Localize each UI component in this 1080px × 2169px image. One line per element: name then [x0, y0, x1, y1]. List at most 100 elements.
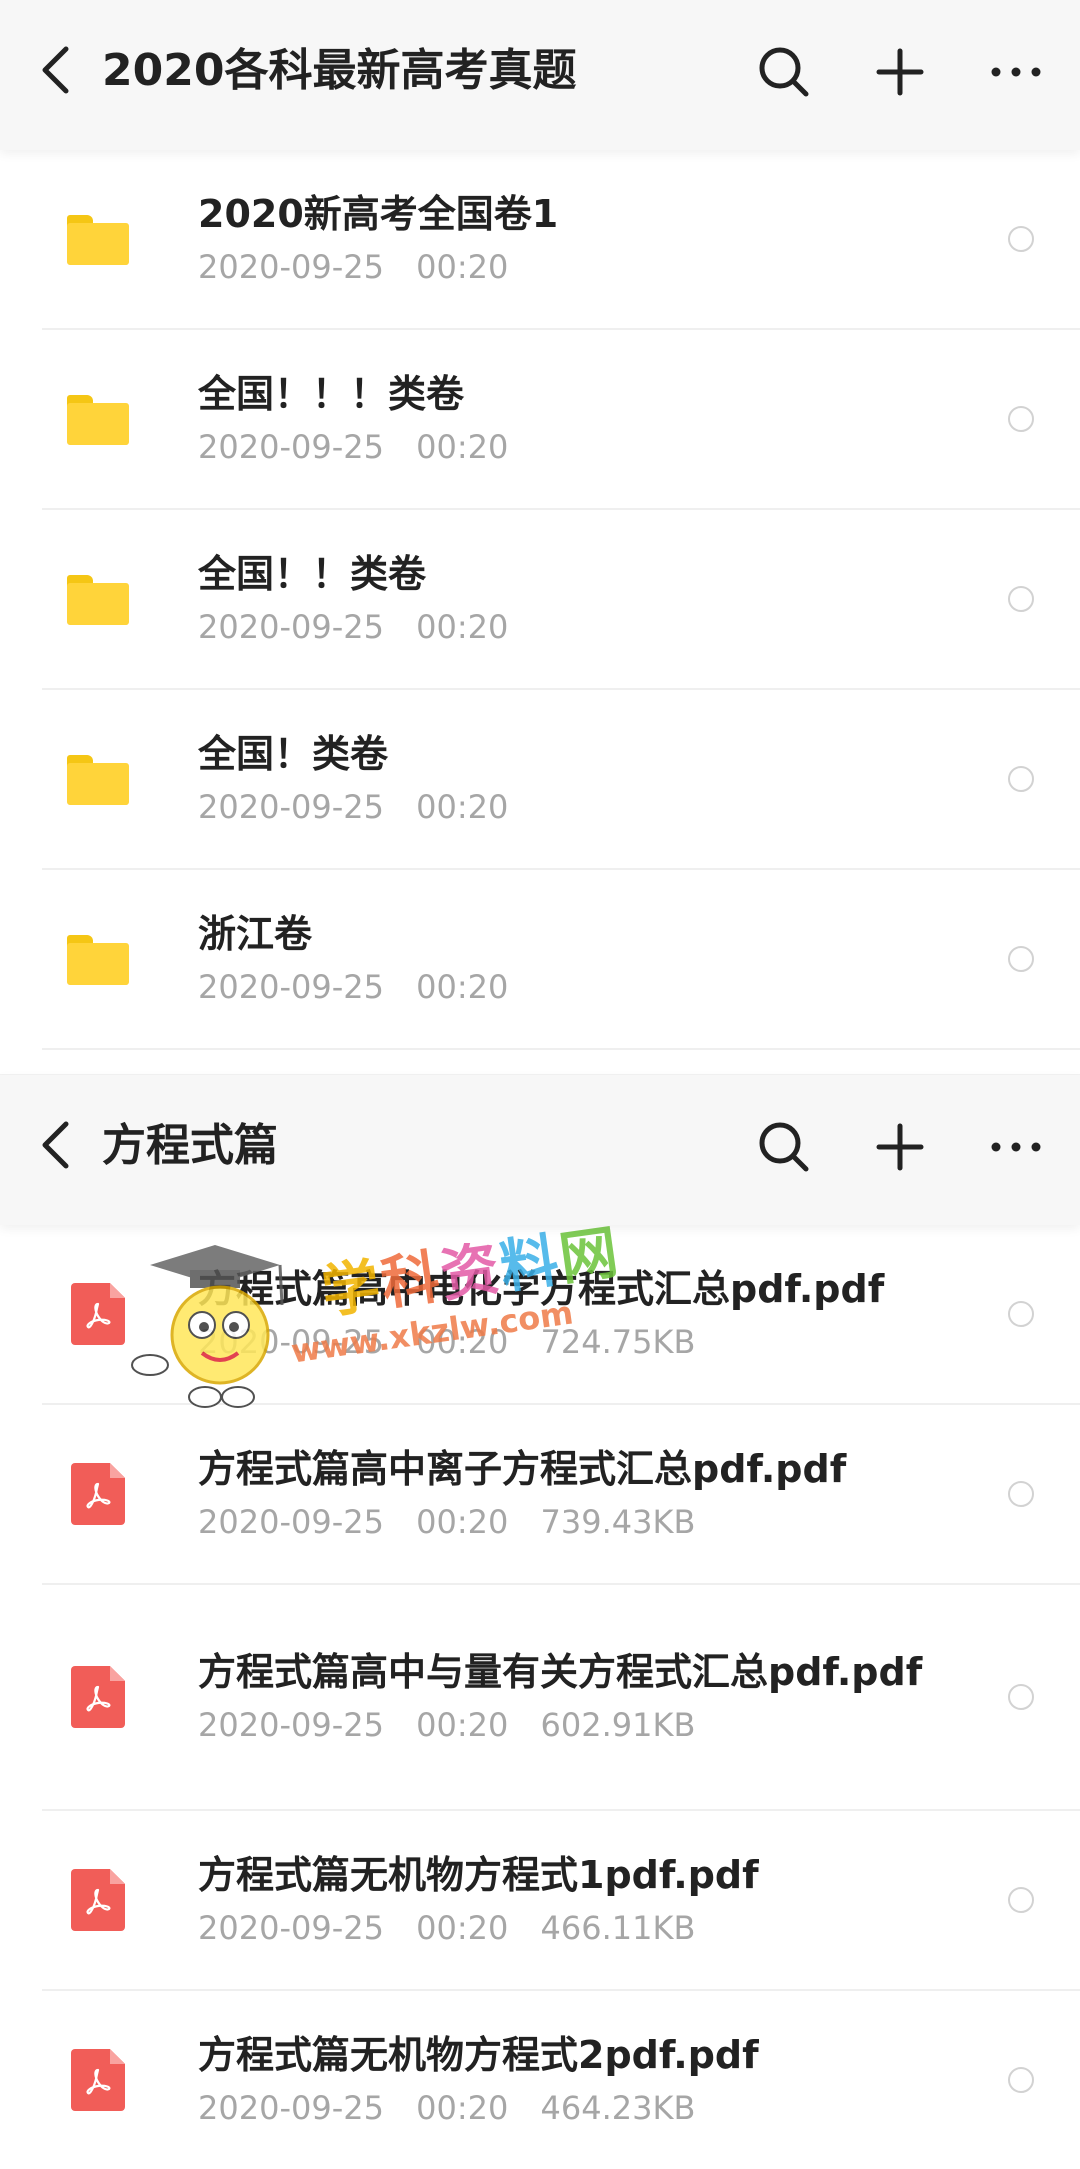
list-item[interactable]: 全国！！！类卷 2020-09-25 00:20 — [42, 330, 1080, 510]
item-date: 2020-09-25 — [198, 1909, 384, 1947]
item-size: 464.23KB — [540, 2089, 696, 2127]
item-meta: 2020-09-25 00:20 — [198, 425, 970, 469]
search-button[interactable] — [750, 1113, 818, 1181]
pdf-file-icon — [66, 1665, 130, 1729]
list-item[interactable]: 方程式篇无机物方程式2pdf.pdf 2020-09-25 00:20 464.… — [42, 1991, 1080, 2169]
folder-icon — [66, 927, 130, 991]
item-date: 2020-09-25 — [198, 1706, 384, 1744]
item-time: 00:20 — [416, 2089, 509, 2127]
back-button[interactable] — [30, 1115, 80, 1175]
list-item[interactable]: 全国！类卷 2020-09-25 00:20 — [42, 690, 1080, 870]
file-list: 方程式篇高中电化学方程式汇总pdf.pdf 2020-09-25 00:20 7… — [0, 1225, 1080, 2169]
file-list: 2020新高考全国卷1 2020-09-25 00:20 全国！！！类卷 202… — [0, 150, 1080, 1050]
list-item[interactable]: 方程式篇高中与量有关方程式汇总pdf.pdf 2020-09-25 00:20 … — [42, 1585, 1080, 1811]
folder-icon — [66, 387, 130, 451]
select-checkbox[interactable] — [1008, 1481, 1034, 1507]
item-meta: 2020-09-25 00:20 — [198, 965, 970, 1009]
item-size: 602.91KB — [540, 1706, 696, 1744]
item-name: 方程式篇高中与量有关方程式汇总pdf.pdf — [198, 1650, 923, 1694]
item-name: 2020新高考全国卷1 — [198, 192, 559, 236]
more-button[interactable] — [982, 1113, 1050, 1181]
select-checkbox[interactable] — [1008, 586, 1034, 612]
item-meta: 2020-09-25 00:20 466.11KB — [198, 1906, 970, 1950]
more-horizontal-icon — [991, 1142, 1041, 1152]
select-checkbox[interactable] — [1008, 766, 1034, 792]
item-time: 00:20 — [416, 1706, 509, 1744]
item-name: 浙江卷 — [198, 912, 313, 956]
item-meta: 2020-09-25 00:20 464.23KB — [198, 2086, 970, 2130]
item-date: 2020-09-25 — [198, 1503, 384, 1541]
app-bar: 2020各科最新高考真题 — [0, 0, 1080, 150]
item-meta: 2020-09-25 00:20 — [198, 605, 970, 649]
list-item[interactable]: 2020新高考全国卷1 2020-09-25 00:20 — [42, 150, 1080, 330]
add-button[interactable] — [866, 38, 934, 106]
item-date: 2020-09-25 — [198, 788, 384, 826]
folder-icon — [66, 207, 130, 271]
list-item[interactable]: 浙江卷 2020-09-25 00:20 — [42, 870, 1080, 1050]
list-item[interactable]: 全国！！类卷 2020-09-25 00:20 — [42, 510, 1080, 690]
item-name: 方程式篇高中电化学方程式汇总pdf.pdf — [198, 1267, 885, 1311]
item-name: 全国！！类卷 — [198, 552, 427, 596]
folder-icon — [66, 567, 130, 631]
item-name: 方程式篇无机物方程式1pdf.pdf — [198, 1853, 759, 1897]
item-time: 00:20 — [416, 608, 509, 646]
search-button[interactable] — [750, 38, 818, 106]
item-date: 2020-09-25 — [198, 968, 384, 1006]
select-checkbox[interactable] — [1008, 946, 1034, 972]
list-item[interactable]: 方程式篇高中离子方程式汇总pdf.pdf 2020-09-25 00:20 73… — [42, 1405, 1080, 1585]
folder-panel: 2020各科最新高考真题 2020新高考全国卷1 2020-09-25 00:2… — [0, 0, 1080, 1075]
select-checkbox[interactable] — [1008, 226, 1034, 252]
item-name: 方程式篇无机物方程式2pdf.pdf — [198, 2033, 759, 2077]
page-title: 2020各科最新高考真题 — [102, 45, 577, 96]
select-checkbox[interactable] — [1008, 1887, 1034, 1913]
item-date: 2020-09-25 — [198, 428, 384, 466]
app-bar: 方程式篇 — [0, 1075, 1080, 1225]
search-icon — [759, 47, 809, 97]
pdf-panel: 方程式篇 方程式篇高中电化学方程式汇总pdf.pdf 2020-09-25 00… — [0, 1075, 1080, 2150]
select-checkbox[interactable] — [1008, 406, 1034, 432]
item-time: 00:20 — [416, 428, 509, 466]
item-size: 724.75KB — [540, 1323, 696, 1361]
plus-icon — [876, 48, 924, 96]
item-meta: 2020-09-25 00:20 — [198, 785, 970, 829]
item-time: 00:20 — [416, 968, 509, 1006]
pdf-file-icon — [66, 2048, 130, 2112]
item-time: 00:20 — [416, 1503, 509, 1541]
item-name: 全国！！！类卷 — [198, 372, 465, 416]
item-date: 2020-09-25 — [198, 1323, 384, 1361]
item-size: 466.11KB — [540, 1909, 696, 1947]
item-date: 2020-09-25 — [198, 2089, 384, 2127]
item-name: 方程式篇高中离子方程式汇总pdf.pdf — [198, 1447, 847, 1491]
pdf-file-icon — [66, 1282, 130, 1346]
more-button[interactable] — [982, 38, 1050, 106]
select-checkbox[interactable] — [1008, 1301, 1034, 1327]
select-checkbox[interactable] — [1008, 1684, 1034, 1710]
item-name: 全国！类卷 — [198, 732, 389, 776]
back-button[interactable] — [30, 40, 80, 100]
item-size: 739.43KB — [540, 1503, 696, 1541]
list-item[interactable]: 方程式篇无机物方程式1pdf.pdf 2020-09-25 00:20 466.… — [42, 1811, 1080, 1991]
item-time: 00:20 — [416, 248, 509, 286]
chevron-left-icon — [42, 46, 69, 94]
item-meta: 2020-09-25 00:20 — [198, 245, 970, 289]
item-time: 00:20 — [416, 1323, 509, 1361]
search-icon — [759, 1122, 809, 1172]
chevron-left-icon — [42, 1121, 69, 1169]
page-title: 方程式篇 — [102, 1120, 278, 1171]
item-date: 2020-09-25 — [198, 608, 384, 646]
pdf-file-icon — [66, 1868, 130, 1932]
item-date: 2020-09-25 — [198, 248, 384, 286]
add-button[interactable] — [866, 1113, 934, 1181]
more-horizontal-icon — [991, 67, 1041, 77]
list-item[interactable]: 方程式篇高中电化学方程式汇总pdf.pdf 2020-09-25 00:20 7… — [42, 1225, 1080, 1405]
item-time: 00:20 — [416, 1909, 509, 1947]
plus-icon — [876, 1123, 924, 1171]
toolbar-actions — [750, 1113, 1050, 1181]
item-meta: 2020-09-25 00:20 724.75KB — [198, 1320, 970, 1364]
pdf-file-icon — [66, 1462, 130, 1526]
item-meta: 2020-09-25 00:20 739.43KB — [198, 1500, 970, 1544]
item-meta: 2020-09-25 00:20 602.91KB — [198, 1703, 970, 1747]
folder-icon — [66, 747, 130, 811]
item-time: 00:20 — [416, 788, 509, 826]
select-checkbox[interactable] — [1008, 2067, 1034, 2093]
